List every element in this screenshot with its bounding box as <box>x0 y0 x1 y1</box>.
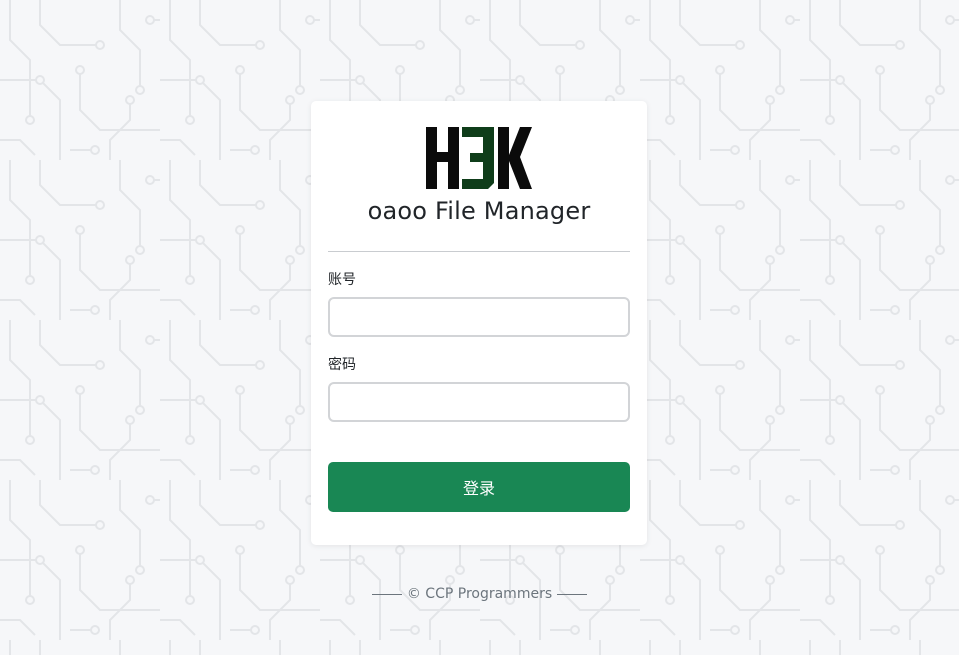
app-title: oaoo File Manager <box>367 197 591 225</box>
footer-credit: © CCP Programmers <box>406 586 553 602</box>
divider <box>328 251 630 252</box>
h3k-logo <box>311 125 647 191</box>
username-input[interactable] <box>328 297 630 337</box>
footer-rule-left <box>371 593 402 595</box>
footer-rule-right <box>557 593 588 595</box>
password-label: 密码 <box>328 357 356 373</box>
login-button[interactable]: 登录 <box>328 462 630 512</box>
footer: © CCP Programmers <box>0 586 959 602</box>
username-label: 账号 <box>328 272 356 288</box>
password-input[interactable] <box>328 382 630 422</box>
login-card: oaoo File Manager 账号 密码 登录 <box>311 101 647 545</box>
